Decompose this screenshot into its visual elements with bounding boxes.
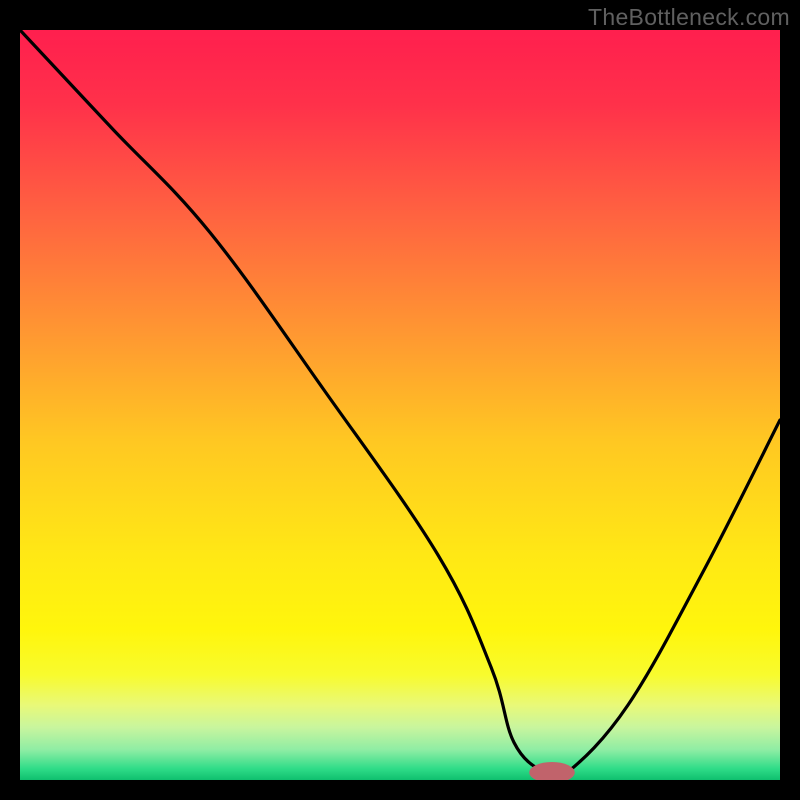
gradient-background [20,30,780,780]
watermark-text: TheBottleneck.com [588,4,790,31]
chart-frame: TheBottleneck.com [0,0,800,800]
plot-area [20,30,780,780]
bottleneck-chart [20,30,780,780]
